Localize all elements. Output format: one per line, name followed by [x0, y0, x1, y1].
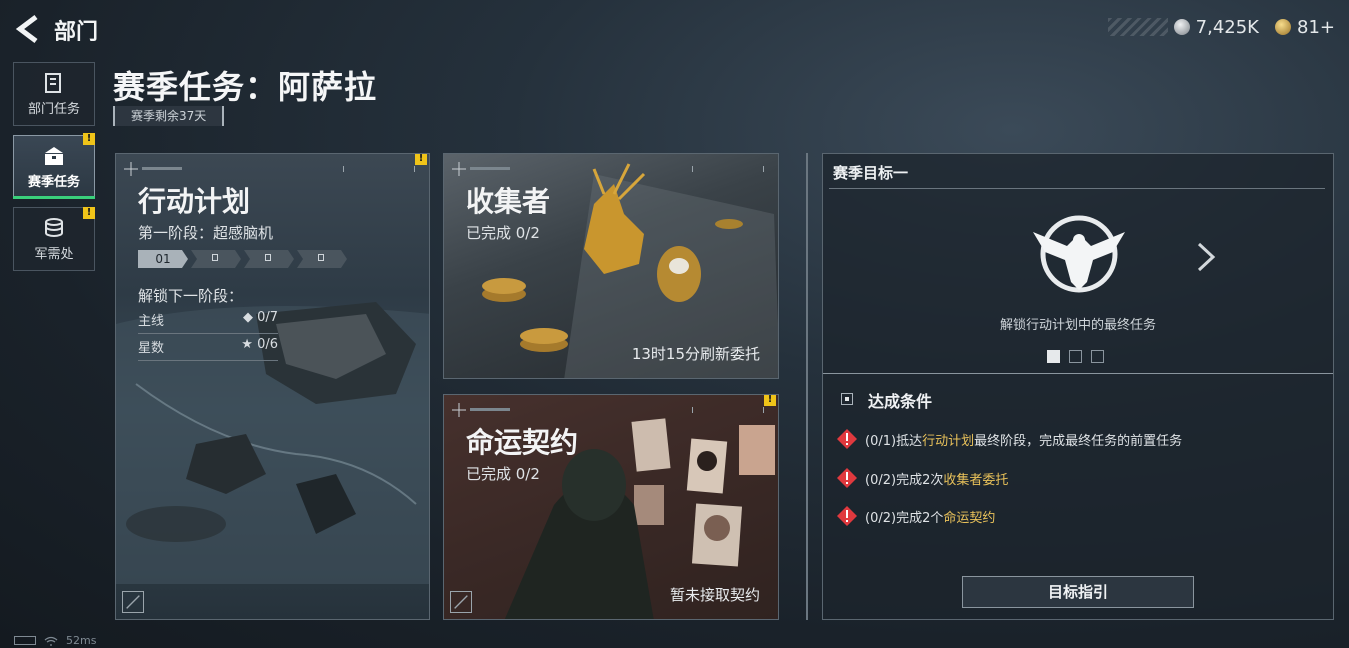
- warning-icon: [837, 468, 857, 488]
- action-plan-card[interactable]: ! 行动计划 第一阶段：超感脑机 01 解锁下一阶段： 主线 ◆ 0/7 星数 …: [115, 153, 430, 620]
- row-label: 星数: [138, 341, 165, 356]
- expand-icon: [122, 591, 144, 613]
- requirement-row: 星数 ★ 0/6: [138, 337, 278, 361]
- battery-icon: [14, 636, 36, 645]
- condition-text: (0/2)完成2次: [865, 472, 944, 488]
- stage-step-current: 01: [138, 250, 188, 268]
- alert-badge: !: [83, 207, 95, 219]
- card-title: 行动计划: [138, 185, 251, 218]
- lock-icon: [318, 254, 324, 261]
- crosshair-icon: [124, 162, 138, 176]
- season-remaining-tag: 赛季剩余37天: [113, 106, 225, 126]
- condition-highlight: 命运契约: [943, 510, 996, 526]
- decor-bracket: [343, 166, 415, 172]
- silver-currency-value: 7,425K: [1195, 16, 1259, 38]
- warning-icon: [837, 506, 857, 526]
- contract-status: 暂未接取契约: [669, 586, 760, 604]
- goal-title: 赛季目标一: [833, 164, 909, 182]
- card-title: 收集者: [466, 185, 551, 218]
- condition-row: (0/2)完成2个命运契约: [837, 506, 995, 526]
- wifi-icon: [44, 636, 58, 646]
- page-dot-active[interactable]: [1047, 350, 1060, 363]
- lock-icon: [265, 254, 271, 261]
- decor-line: [142, 167, 182, 170]
- season-goal-panel: 赛季目标一 解锁行动计划中的最终任务 达成条件 (0/1)抵达行动计划最终阶段，…: [822, 153, 1334, 620]
- active-indicator: [13, 196, 95, 199]
- star-icon: ★: [241, 337, 253, 352]
- back-arrow-icon[interactable]: [14, 14, 42, 44]
- fate-contract-card[interactable]: ! 命运契约 已完成 0/2 暂未接取契约: [443, 394, 779, 620]
- card-progress: 已完成 0/2: [466, 224, 540, 242]
- decor-stripes: [1107, 18, 1168, 36]
- row-value: 0/6: [257, 337, 278, 352]
- alert-badge: !: [83, 133, 95, 145]
- unlock-next-label: 解锁下一阶段：: [138, 287, 244, 305]
- crate-icon: [45, 146, 63, 165]
- expand-icon: [450, 591, 472, 613]
- condition-row: (0/1)抵达行动计划最终阶段，完成最终任务的前置任务: [837, 429, 1182, 449]
- condition-highlight: 行动计划: [922, 433, 975, 449]
- decor-bracket: [692, 407, 764, 413]
- sidebar-item-label: 部门任务: [27, 101, 80, 117]
- section-bullet-icon: [841, 393, 853, 405]
- ping-value: 52ms: [66, 634, 97, 647]
- diamond-icon: ◆: [242, 310, 253, 325]
- stage-step-locked: [244, 250, 294, 268]
- condition-text: 最终阶段，完成最终任务的前置任务: [974, 433, 1183, 449]
- page-dots: [1047, 350, 1104, 363]
- chevron-right-icon[interactable]: [1195, 240, 1217, 274]
- stage-progress: 01: [138, 250, 347, 268]
- panel-divider: [806, 153, 808, 620]
- warning-icon: [837, 429, 857, 449]
- page-title: 赛季任务：阿萨拉: [113, 68, 378, 106]
- goal-guide-button[interactable]: 目标指引: [962, 576, 1194, 608]
- page-dot[interactable]: [1091, 350, 1104, 363]
- condition-text: (0/1)抵达: [865, 433, 923, 449]
- conditions-title: 达成条件: [868, 392, 933, 411]
- condition-row: (0/2)完成2次收集者委托: [837, 468, 1008, 488]
- stage-step-locked: [191, 250, 241, 268]
- status-bar: 52ms: [14, 634, 96, 647]
- gold-coin-icon: [1275, 19, 1291, 35]
- decor-bracket: [692, 166, 764, 172]
- sidebar-item-label: 军需处: [34, 246, 74, 262]
- clipboard-icon: [45, 72, 61, 93]
- divider: [829, 188, 1325, 189]
- sidebar-item-department-tasks[interactable]: 部门任务: [13, 62, 95, 126]
- coin-stack-icon: [45, 217, 63, 237]
- divider: [823, 373, 1333, 374]
- emblem-caption: 解锁行动计划中的最终任务: [999, 318, 1156, 333]
- row-value: 0/7: [257, 310, 278, 325]
- sidebar-item-label: 赛季任务: [27, 174, 80, 190]
- card-title: 命运契约: [466, 426, 579, 459]
- header-title: 部门: [54, 20, 99, 45]
- lock-icon: [212, 254, 218, 261]
- card-progress: 已完成 0/2: [466, 465, 540, 483]
- condition-highlight: 收集者委托: [943, 472, 1009, 488]
- gold-currency-value: 81+: [1297, 16, 1335, 38]
- condition-text: (0/2)完成2个: [865, 510, 944, 526]
- alert-badge: !: [764, 395, 776, 406]
- currency-bar: 7,425K 81+: [1107, 14, 1335, 40]
- refresh-timer: 13时15分刷新委托: [631, 345, 760, 363]
- stage-step-locked: [297, 250, 347, 268]
- page-dot[interactable]: [1069, 350, 1082, 363]
- crosshair-icon: [452, 162, 466, 176]
- decor-line: [470, 408, 510, 411]
- alert-badge: !: [415, 154, 427, 165]
- decor-line: [470, 167, 510, 170]
- requirement-row: 主线 ◆ 0/7: [138, 310, 278, 334]
- eagle-emblem-icon: [1033, 215, 1125, 293]
- row-label: 主线: [138, 314, 165, 329]
- crosshair-icon: [452, 403, 466, 417]
- stage-label: 第一阶段：超感脑机: [138, 224, 274, 242]
- silver-coin-icon: [1173, 19, 1190, 35]
- collector-card[interactable]: 收集者 已完成 0/2 13时15分刷新委托: [443, 153, 779, 379]
